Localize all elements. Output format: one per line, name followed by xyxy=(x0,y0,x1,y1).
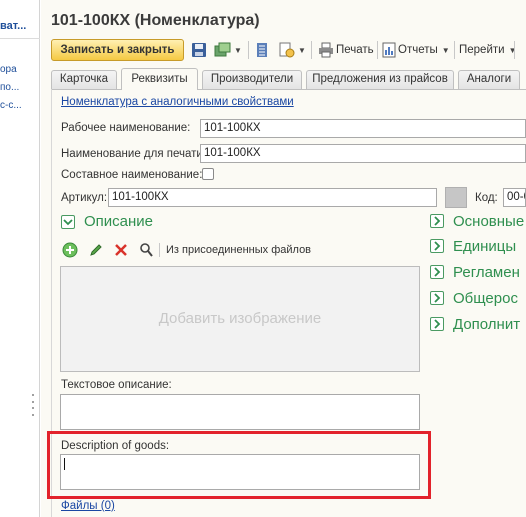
tab-analogs[interactable]: Аналоги xyxy=(458,70,520,89)
code-label: Код: xyxy=(475,192,498,204)
article-label: Артикул: xyxy=(61,192,108,204)
goto-label: Перейти xyxy=(459,44,505,56)
delete-icon[interactable] xyxy=(113,242,129,261)
create-based-on-icon xyxy=(214,42,232,58)
list-view-button[interactable] xyxy=(256,40,268,60)
left-strip-item[interactable]: ора xyxy=(0,64,17,75)
chevron-down-icon: ▼ xyxy=(298,45,306,55)
search-icon[interactable] xyxy=(139,242,153,261)
section-units-title[interactable]: Единицы xyxy=(453,238,516,255)
chevron-down-icon xyxy=(63,219,73,226)
add-image-placeholder-text: Добавить изображение xyxy=(158,310,322,327)
create-based-on-button[interactable]: ▼ xyxy=(214,40,242,60)
reports-label: Отчеты xyxy=(398,44,438,56)
window-title: 101-100КХ (Номенклатура) xyxy=(51,12,260,29)
chevron-right-icon xyxy=(434,241,441,251)
work-name-label: Рабочее наименование: xyxy=(61,122,191,134)
chevron-right-icon xyxy=(434,216,441,226)
work-name-input[interactable]: 101-100КХ xyxy=(200,119,526,138)
compound-name-label: Составное наименование: xyxy=(61,169,203,181)
similar-nomenclature-link[interactable]: Номенклатура с аналогичными свойствами xyxy=(61,96,294,108)
print-button[interactable]: Печать xyxy=(318,40,374,60)
tab-attributes[interactable]: Реквизиты xyxy=(121,68,198,90)
save-and-close-button[interactable]: Записать и закрыть xyxy=(51,39,184,61)
document-clock-icon xyxy=(278,42,296,58)
toolbar-divider xyxy=(159,243,160,257)
toolbar-divider xyxy=(248,41,249,59)
section-additional-title[interactable]: Дополнит xyxy=(453,316,520,333)
save-button[interactable] xyxy=(191,40,207,60)
chevron-right-icon xyxy=(434,293,441,303)
edit-pencil-icon[interactable] xyxy=(88,242,104,261)
text-description-input[interactable] xyxy=(60,394,420,430)
toolbar-divider xyxy=(311,41,312,59)
print-name-input[interactable]: 101-100КХ xyxy=(200,144,526,163)
tab-card[interactable]: Карточка xyxy=(51,70,117,89)
tab-price-offers[interactable]: Предложения из прайсов xyxy=(306,70,454,89)
goto-button[interactable]: Перейти ▼ xyxy=(459,40,517,60)
chevron-right-icon xyxy=(434,267,441,277)
section-additional-toggle[interactable] xyxy=(430,317,444,331)
chevron-right-icon xyxy=(434,319,441,329)
section-regulations-title[interactable]: Регламен xyxy=(453,264,520,281)
print-label: Печать xyxy=(336,44,374,56)
text-description-label: Текстовое описание: xyxy=(61,379,172,391)
chevron-down-icon: ▼ xyxy=(508,45,517,55)
section-regulations-toggle[interactable] xyxy=(430,265,444,279)
section-main-title[interactable]: Основные xyxy=(453,213,524,230)
floppy-disk-icon xyxy=(191,42,207,58)
code-input[interactable]: 00-0 xyxy=(503,188,526,207)
left-strip-divider xyxy=(0,38,40,39)
reports-button[interactable]: Отчеты ▼ xyxy=(382,40,450,60)
left-strip-item[interactable]: ват... xyxy=(0,20,26,32)
article-input[interactable]: 101-100КХ xyxy=(108,188,437,207)
chevron-down-icon: ▼ xyxy=(234,45,242,55)
compound-name-checkbox[interactable] xyxy=(202,168,214,180)
chevron-down-icon: ▼ xyxy=(441,45,450,55)
description-section-title[interactable]: Описание xyxy=(84,213,153,230)
section-units-toggle[interactable] xyxy=(430,239,444,253)
toolbar-divider xyxy=(377,41,378,59)
section-classifiers-toggle[interactable] xyxy=(430,291,444,305)
toolbar-divider xyxy=(514,41,515,59)
left-strip-item[interactable]: по... xyxy=(0,82,19,93)
color-swatch[interactable] xyxy=(445,187,467,208)
splitter-grip[interactable] xyxy=(32,394,36,416)
printer-icon xyxy=(318,42,334,58)
reports-icon xyxy=(382,42,396,58)
attached-files-button[interactable]: Из присоединенных файлов xyxy=(166,244,311,256)
files-link[interactable]: Файлы (0) xyxy=(61,500,115,512)
tab-manufacturers[interactable]: Производители xyxy=(202,70,302,89)
highlight-frame xyxy=(47,431,431,499)
add-image-icon[interactable] xyxy=(62,242,78,261)
left-strip-item[interactable]: с-с... xyxy=(0,100,22,111)
toolbar-divider xyxy=(454,41,455,59)
document-action-button[interactable]: ▼ xyxy=(278,40,306,60)
section-classifiers-title[interactable]: Общерос xyxy=(453,290,518,307)
print-name-label: Наименование для печати: xyxy=(61,148,207,160)
list-icon xyxy=(256,42,268,58)
left-navigation-strip: ват... ора по... с-с... xyxy=(0,0,40,517)
section-main-toggle[interactable] xyxy=(430,214,444,228)
description-collapse-toggle[interactable] xyxy=(61,215,75,229)
